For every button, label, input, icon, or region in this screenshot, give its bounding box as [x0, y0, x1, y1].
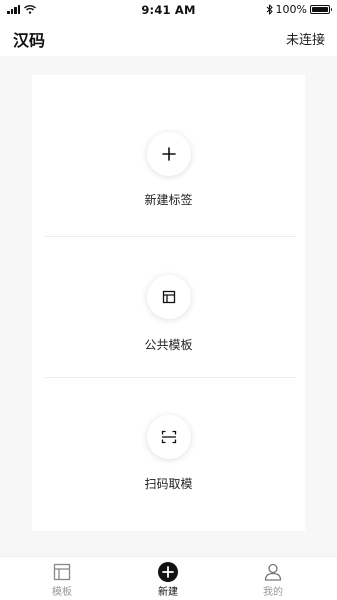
tab-bar: 模板 新建 我的: [0, 556, 337, 600]
scan-template-button[interactable]: [146, 415, 191, 459]
scan-template-text: 扫码取模: [144, 477, 193, 491]
status-bar: 9:41 AM 100%: [0, 0, 337, 20]
connection-status[interactable]: 未连接: [286, 29, 325, 48]
public-template-action[interactable]: 公共模板: [32, 220, 305, 364]
battery-percent: 100%: [275, 3, 307, 16]
bluetooth-icon: [266, 4, 273, 15]
main-area: 新建标签 公共模板 扫码取模: [0, 56, 337, 556]
tab-new[interactable]: 新建: [138, 562, 198, 598]
app-title: 汉码: [13, 31, 46, 50]
user-icon: [264, 563, 282, 581]
scan-icon: [161, 430, 176, 444]
public-template-text: 公共模板: [144, 338, 193, 352]
tab-label: 新建: [158, 587, 178, 598]
tab-mine[interactable]: 我的: [243, 562, 303, 598]
new-label-button[interactable]: [146, 132, 191, 176]
template-tab-icon: [53, 563, 71, 581]
new-label-text: 新建标签: [144, 193, 193, 207]
status-right: 100%: [266, 3, 332, 16]
tab-label: 模板: [52, 587, 72, 598]
scan-template-action[interactable]: 扫码取模: [32, 362, 305, 506]
tab-label: 我的: [263, 587, 283, 598]
template-icon: [162, 290, 175, 304]
battery-icon: [310, 5, 332, 14]
add-circle-icon: [158, 562, 178, 582]
new-label-action[interactable]: 新建标签: [32, 75, 305, 219]
public-template-button[interactable]: [146, 275, 191, 319]
plus-icon: [161, 147, 176, 161]
nav-bar: 汉码 未连接: [0, 22, 337, 56]
action-card: 新建标签 公共模板 扫码取模: [32, 75, 305, 531]
tab-templates[interactable]: 模板: [32, 562, 92, 598]
